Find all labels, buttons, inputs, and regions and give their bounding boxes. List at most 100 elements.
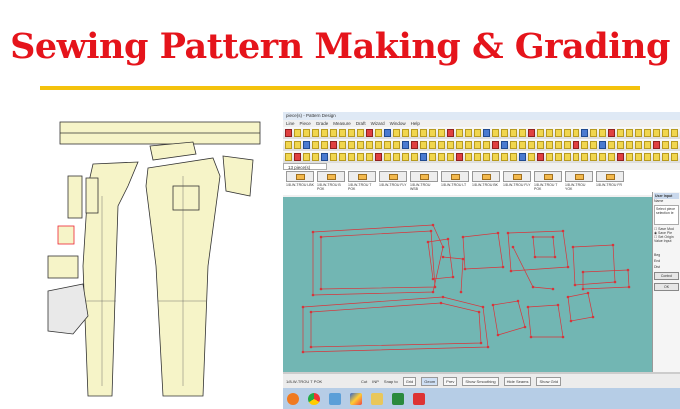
piece-thumbnail[interactable]: 1/8-W-TROU FLY — [503, 171, 531, 194]
tool-icon[interactable] — [285, 129, 292, 137]
tool-icon[interactable] — [455, 141, 463, 149]
tool-icon[interactable] — [617, 153, 625, 161]
tool-icon[interactable] — [608, 141, 616, 149]
tool-icon[interactable] — [662, 153, 670, 161]
tool-icon[interactable] — [338, 153, 346, 161]
tool-icon[interactable] — [383, 153, 391, 161]
tool-icon[interactable] — [599, 129, 607, 137]
tool-icon[interactable] — [554, 141, 562, 149]
tool-icon[interactable] — [473, 129, 481, 137]
tool-icon[interactable] — [338, 141, 346, 149]
tool-icon[interactable] — [401, 129, 409, 137]
tool-icon[interactable] — [392, 153, 400, 161]
tool-icon[interactable] — [608, 153, 616, 161]
app-icon[interactable] — [329, 392, 341, 405]
tool-icon[interactable] — [473, 141, 481, 149]
tool-icon[interactable] — [419, 153, 427, 161]
piece-thumbnail[interactable]: 1/8-W-TROU T POK — [348, 171, 376, 194]
tool-icon[interactable] — [572, 129, 580, 137]
tool-icon[interactable] — [446, 141, 454, 149]
tool-icon[interactable] — [356, 129, 364, 137]
tool-icon[interactable] — [563, 141, 571, 149]
tool-icon[interactable] — [356, 141, 364, 149]
tool-icon[interactable] — [392, 129, 400, 137]
piece-thumbnail[interactable]: 1/8-W-TROU YOK — [565, 171, 593, 194]
end-field[interactable]: End — [654, 259, 679, 263]
tool-icon[interactable] — [635, 129, 643, 137]
tool-icon[interactable] — [437, 153, 445, 161]
tool-icon[interactable] — [482, 141, 490, 149]
tool-icon[interactable] — [509, 141, 517, 149]
menu-line[interactable]: Line — [286, 121, 295, 126]
tool-icon[interactable] — [410, 153, 418, 161]
tool-icon[interactable] — [554, 153, 562, 161]
tool-icon[interactable] — [635, 141, 643, 149]
tool-icon[interactable] — [617, 141, 625, 149]
tool-icon[interactable] — [599, 141, 607, 149]
tool-icon[interactable] — [590, 153, 598, 161]
tool-icon[interactable] — [473, 153, 481, 161]
geom-button[interactable]: Geom — [421, 376, 439, 386]
tool-icon[interactable] — [581, 129, 589, 137]
tool-icon[interactable] — [311, 141, 319, 149]
tool-icon[interactable] — [518, 129, 526, 137]
hide-seams-button[interactable]: Hide Seams — [503, 376, 532, 386]
grid-button[interactable]: Grid — [402, 376, 417, 386]
tool-icon[interactable] — [419, 141, 427, 149]
tool-icon[interactable] — [338, 129, 346, 137]
tool-icon[interactable] — [401, 153, 409, 161]
tool-icon[interactable] — [653, 153, 661, 161]
tool-icon[interactable] — [608, 129, 616, 137]
tool-icon[interactable] — [293, 153, 301, 161]
tool-icon[interactable] — [644, 141, 652, 149]
tool-icon[interactable] — [599, 153, 607, 161]
tool-icon[interactable] — [302, 153, 310, 161]
tool-icon[interactable] — [285, 141, 292, 149]
tool-icon[interactable] — [311, 153, 319, 161]
tool-icon[interactable] — [563, 153, 571, 161]
color-app-icon[interactable] — [350, 392, 362, 405]
piece-thumbnail[interactable]: 1/8-W-TROU WSB — [410, 171, 438, 194]
beg-field[interactable]: Beg — [654, 253, 679, 257]
tool-icon[interactable] — [617, 129, 625, 137]
piece-thumbnail[interactable]: 1/8-W-TROU FR — [596, 171, 624, 194]
tool-icon[interactable] — [410, 141, 418, 149]
tool-icon[interactable] — [329, 153, 337, 161]
tool-icon[interactable] — [662, 129, 670, 137]
tool-icon[interactable] — [428, 141, 436, 149]
tool-icon[interactable] — [554, 129, 562, 137]
tool-icon[interactable] — [446, 129, 454, 137]
tool-icon[interactable] — [491, 129, 499, 137]
tool-icon[interactable] — [320, 153, 328, 161]
menu-draft[interactable]: Draft — [356, 121, 366, 126]
tool-icon[interactable] — [374, 153, 382, 161]
tool-icon[interactable] — [320, 141, 328, 149]
tool-icon[interactable] — [527, 129, 535, 137]
tool-icon[interactable] — [653, 129, 661, 137]
prev-button[interactable]: Prev — [443, 376, 458, 386]
tool-icon[interactable] — [437, 141, 445, 149]
ok-button[interactable]: OK — [654, 283, 679, 291]
piece-thumbnail[interactable]: 1/8-W-TROU T POK — [534, 171, 562, 194]
tool-icon[interactable] — [518, 141, 526, 149]
dist-field[interactable]: Dist — [654, 265, 679, 269]
tool-icon[interactable] — [545, 129, 553, 137]
tool-icon[interactable] — [392, 141, 400, 149]
menu-grade[interactable]: Grade — [316, 121, 329, 126]
tool-icon[interactable] — [365, 141, 373, 149]
tool-icon[interactable] — [500, 129, 508, 137]
tool-icon[interactable] — [509, 153, 517, 161]
tool-icon[interactable] — [545, 153, 553, 161]
tool-icon[interactable] — [644, 153, 652, 161]
tool-icon[interactable] — [329, 129, 337, 137]
tool-icon[interactable] — [374, 129, 382, 137]
show-smoothing-button[interactable]: Show Smoothing — [462, 376, 499, 386]
tool-icon[interactable] — [347, 129, 355, 137]
tool-icon[interactable] — [536, 129, 544, 137]
tool-icon[interactable] — [671, 129, 679, 137]
piece-thumbnail[interactable]: 1/8-W-TROU BK — [472, 171, 500, 194]
show-grid-button[interactable]: Show Grid — [536, 376, 562, 386]
tool-icon[interactable] — [590, 129, 598, 137]
tool-icon[interactable] — [482, 129, 490, 137]
tool-icon[interactable] — [311, 129, 319, 137]
